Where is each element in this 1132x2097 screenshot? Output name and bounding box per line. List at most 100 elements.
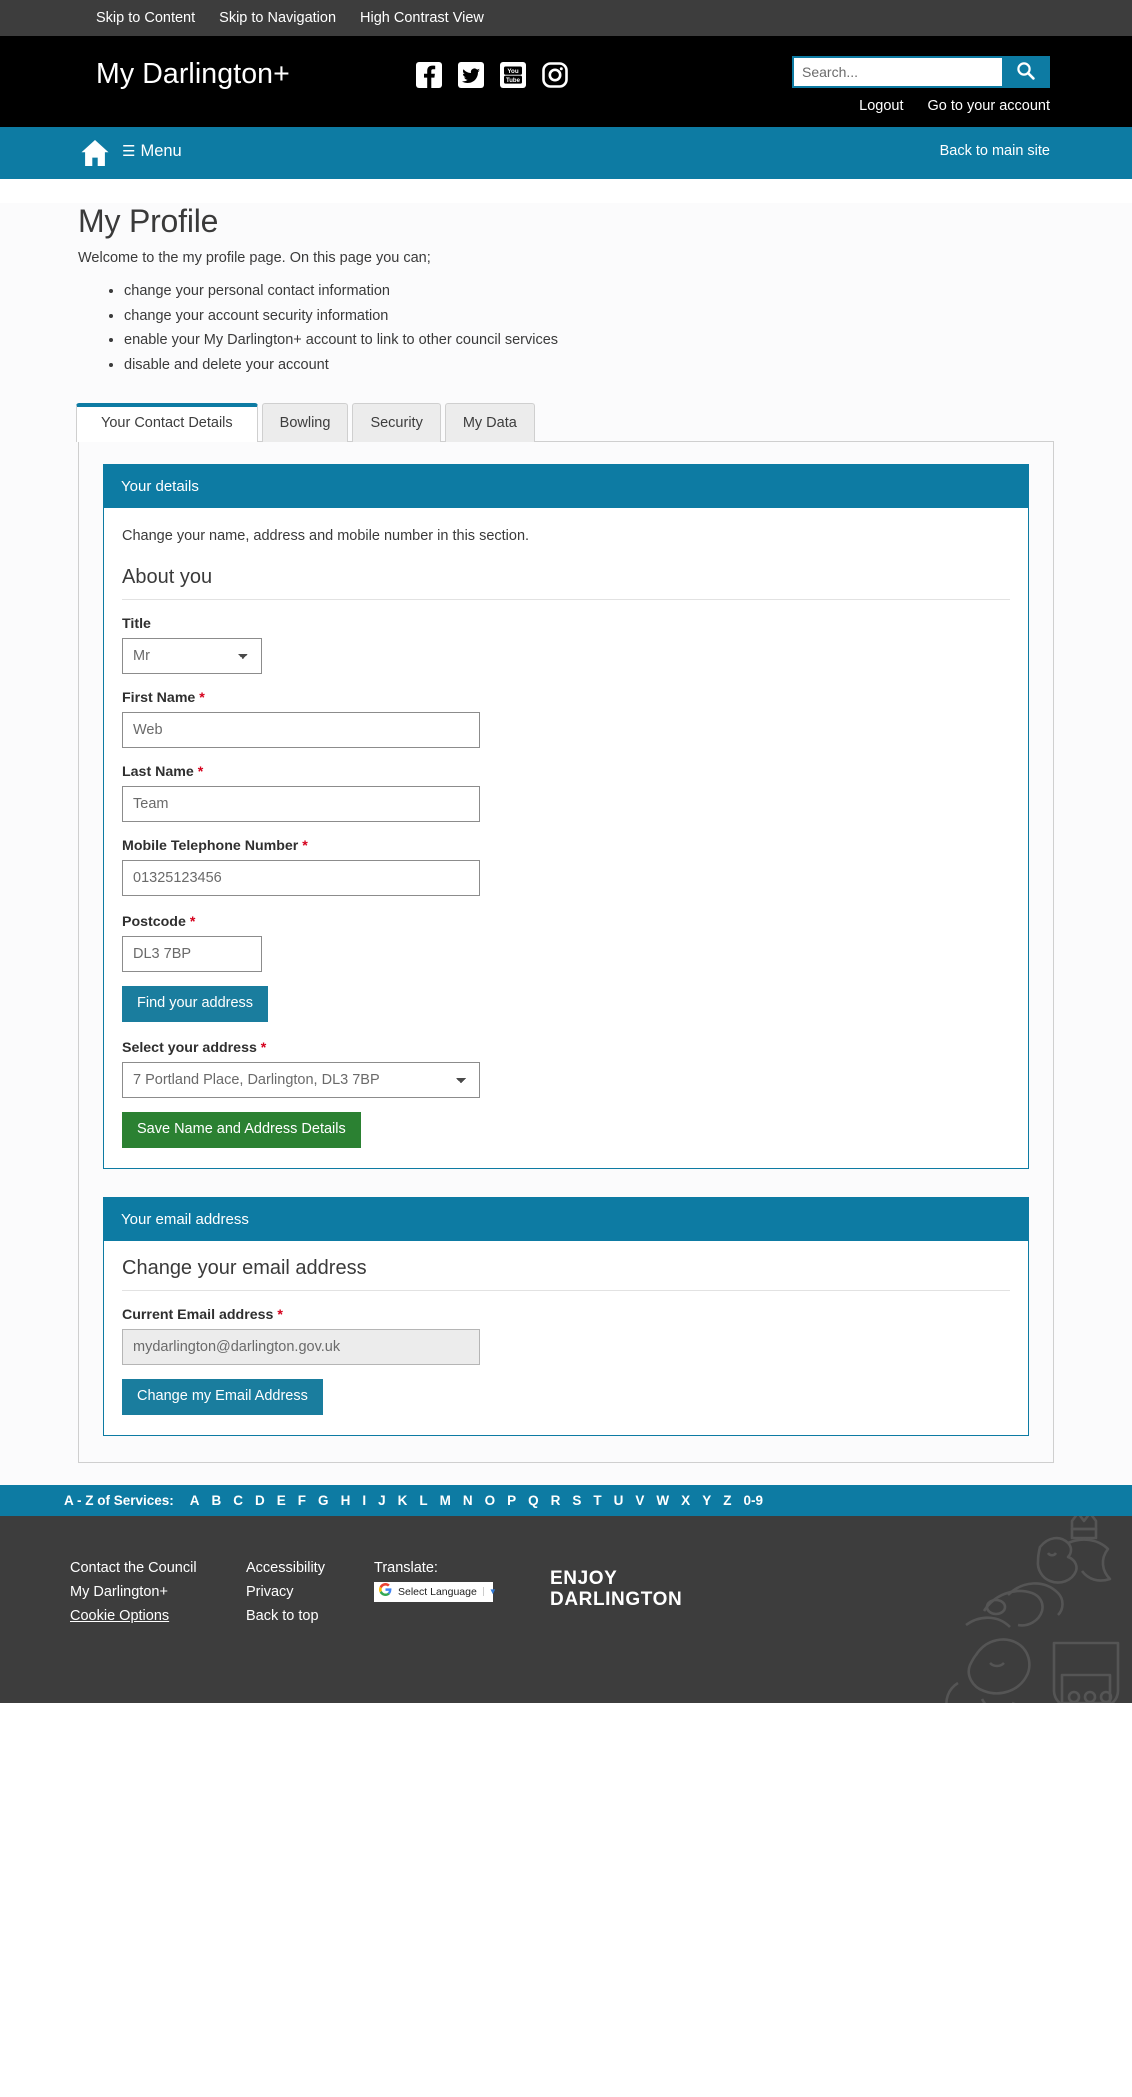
home-icon[interactable] xyxy=(78,136,112,170)
az-link-f[interactable]: F xyxy=(292,1493,312,1508)
search-icon xyxy=(1016,61,1035,83)
search-button[interactable] xyxy=(1002,58,1048,86)
az-link-m[interactable]: M xyxy=(434,1493,457,1508)
title-select[interactable]: Mr xyxy=(122,637,262,674)
enjoy-line-2: DARLINGTON xyxy=(550,1589,683,1610)
profile-tabs: Your Contact Details Bowling Security My… xyxy=(76,403,1054,442)
list-item: change your account security information xyxy=(124,307,1054,327)
tab-bowling[interactable]: Bowling xyxy=(261,403,349,442)
az-link-h[interactable]: H xyxy=(335,1493,357,1508)
logout-link[interactable]: Logout xyxy=(859,98,903,114)
mobile-label-text: Mobile Telephone Number xyxy=(122,837,299,854)
az-link-d[interactable]: D xyxy=(249,1493,271,1508)
az-link-l[interactable]: L xyxy=(413,1493,433,1508)
az-link-0-9[interactable]: 0-9 xyxy=(737,1493,769,1508)
change-my-email-address-button[interactable]: Change my Email Address xyxy=(122,1378,323,1415)
field-mobile-telephone: Mobile Telephone Number * xyxy=(122,838,1010,896)
last-name-label-text: Last Name xyxy=(122,763,194,780)
tab-your-contact-details[interactable]: Your Contact Details xyxy=(76,403,258,442)
menu-button[interactable]: ☰ Menu xyxy=(122,142,182,161)
required-marker: * xyxy=(199,689,205,706)
mobile-label: Mobile Telephone Number * xyxy=(122,838,1010,854)
az-link-w[interactable]: W xyxy=(650,1493,675,1508)
field-last-name: Last Name * xyxy=(122,764,1010,822)
back-to-top-link[interactable]: Back to top xyxy=(246,1608,374,1624)
field-first-name: First Name * xyxy=(122,690,1010,748)
google-icon xyxy=(379,1582,392,1601)
hamburger-icon: ☰ xyxy=(122,143,136,160)
mobile-input[interactable] xyxy=(122,859,480,896)
az-link-j[interactable]: J xyxy=(372,1493,392,1508)
az-link-z[interactable]: Z xyxy=(717,1493,737,1508)
required-marker: * xyxy=(302,837,308,854)
save-name-and-address-button[interactable]: Save Name and Address Details xyxy=(122,1111,361,1148)
language-selector[interactable]: Select Language ▼ xyxy=(374,1581,497,1602)
your-email-address-card: Your email address Change your email add… xyxy=(103,1196,1029,1436)
az-link-x[interactable]: X xyxy=(675,1493,696,1508)
az-link-s[interactable]: S xyxy=(566,1493,587,1508)
az-link-k[interactable]: K xyxy=(392,1493,414,1508)
tab-security[interactable]: Security xyxy=(352,403,441,442)
skip-to-navigation-link[interactable]: Skip to Navigation xyxy=(219,10,336,26)
tab-my-data[interactable]: My Data xyxy=(444,403,535,442)
social-links: You Tube xyxy=(416,62,568,88)
list-item: disable and delete your account xyxy=(124,356,1054,376)
back-to-main-site-link[interactable]: Back to main site xyxy=(940,143,1050,159)
site-logo-my-darlington-plus[interactable]: My Darlington+ xyxy=(96,58,290,91)
last-name-label: Last Name * xyxy=(122,764,1010,780)
accessibility-link[interactable]: Accessibility xyxy=(246,1560,374,1576)
facebook-icon[interactable] xyxy=(416,62,442,88)
enjoy-line-1: ENJOY xyxy=(550,1567,618,1589)
az-link-a[interactable]: A xyxy=(184,1493,206,1508)
svg-text:You: You xyxy=(507,68,518,75)
tab-label: Security xyxy=(370,415,423,432)
first-name-input[interactable] xyxy=(122,711,480,748)
az-link-n[interactable]: N xyxy=(457,1493,479,1508)
search-input[interactable] xyxy=(794,58,1002,86)
your-details-card: Your details Change your name, address a… xyxy=(103,463,1029,1169)
instagram-icon[interactable] xyxy=(542,62,568,88)
az-link-u[interactable]: U xyxy=(608,1493,630,1508)
az-link-c[interactable]: C xyxy=(227,1493,249,1508)
field-postcode: Postcode * xyxy=(122,914,1010,972)
select-address-label-text: Select your address xyxy=(122,1039,257,1056)
field-title: Title Mr xyxy=(122,616,1010,674)
az-link-i[interactable]: I xyxy=(356,1493,372,1508)
current-email-label: Current Email address * xyxy=(122,1307,1010,1323)
list-item: enable your My Darlington+ account to li… xyxy=(124,331,1054,351)
skip-to-content-link[interactable]: Skip to Content xyxy=(96,10,195,26)
privacy-link[interactable]: Privacy xyxy=(246,1584,374,1600)
cookie-options-link[interactable]: Cookie Options xyxy=(70,1608,246,1624)
select-address-dropdown[interactable]: 7 Portland Place, Darlington, DL3 7BP xyxy=(122,1061,480,1098)
select-address-label: Select your address * xyxy=(122,1040,1010,1056)
last-name-input[interactable] xyxy=(122,785,480,822)
required-marker: * xyxy=(189,913,196,930)
contact-the-council-link[interactable]: Contact the Council xyxy=(70,1560,246,1576)
az-link-v[interactable]: V xyxy=(629,1493,650,1508)
az-link-t[interactable]: T xyxy=(587,1493,607,1508)
enjoy-darlington-logo: ENJOY DARLINGTON xyxy=(550,1568,682,1611)
page-intro: Welcome to the my profile page. On this … xyxy=(78,250,431,266)
first-name-label-text: First Name xyxy=(122,689,196,706)
go-to-your-account-link[interactable]: Go to your account xyxy=(927,98,1050,114)
az-link-r[interactable]: R xyxy=(545,1493,567,1508)
your-email-card-heading: Your email address xyxy=(104,1197,1028,1241)
tab-label: My Data xyxy=(462,415,517,432)
my-darlington-plus-link[interactable]: My Darlington+ xyxy=(70,1584,246,1600)
find-your-address-button[interactable]: Find your address xyxy=(122,985,269,1022)
az-link-o[interactable]: O xyxy=(479,1493,502,1508)
account-links: Logout Go to your account xyxy=(859,98,1050,114)
az-link-p[interactable]: P xyxy=(501,1493,522,1508)
twitter-icon[interactable] xyxy=(458,62,484,88)
postcode-input[interactable] xyxy=(122,935,262,972)
az-link-e[interactable]: E xyxy=(271,1493,292,1508)
field-current-email: Current Email address * xyxy=(122,1307,1010,1365)
az-link-b[interactable]: B xyxy=(206,1493,228,1508)
youtube-icon[interactable]: You Tube xyxy=(500,62,526,88)
high-contrast-view-link[interactable]: High Contrast View xyxy=(360,10,484,26)
page-content: My Profile Welcome to the my profile pag… xyxy=(0,203,1132,1485)
page-title: My Profile xyxy=(78,203,219,239)
az-link-g[interactable]: G xyxy=(312,1493,335,1508)
az-link-q[interactable]: Q xyxy=(522,1493,545,1508)
az-link-y[interactable]: Y xyxy=(696,1493,717,1508)
